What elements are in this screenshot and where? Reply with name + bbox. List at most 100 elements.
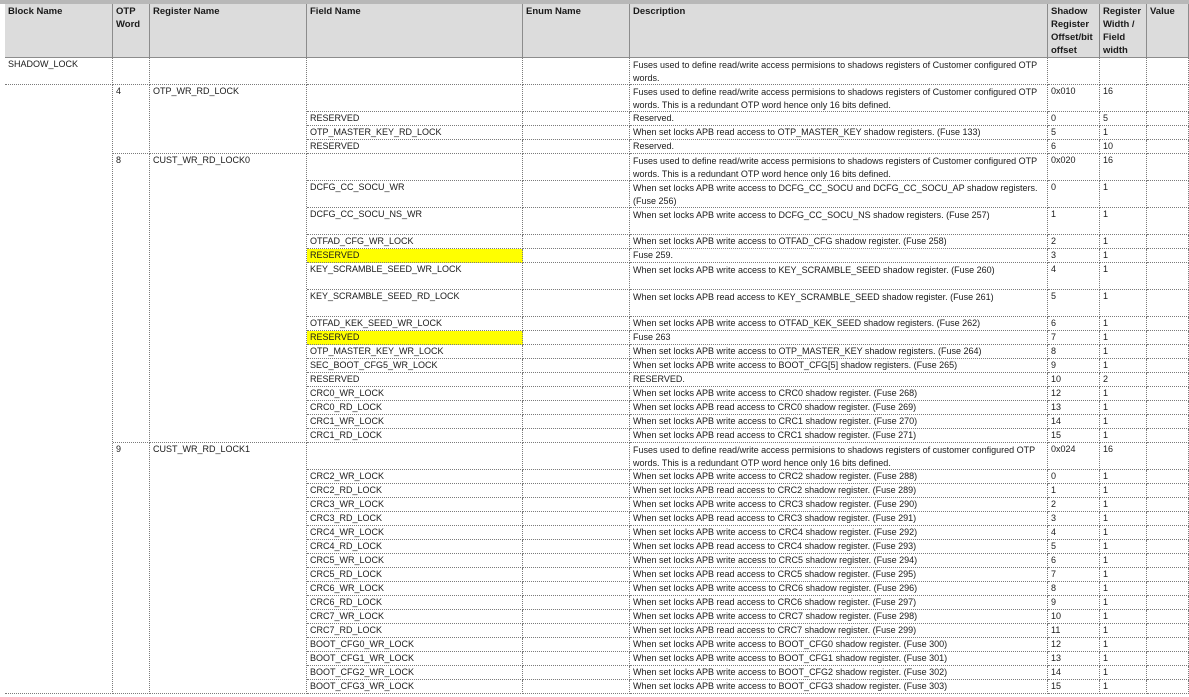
register-name-cell[interactable]: OTP_WR_RD_LOCK bbox=[150, 85, 307, 154]
block-field-name-cell[interactable] bbox=[307, 58, 523, 85]
enum-name-cell[interactable] bbox=[523, 680, 630, 694]
otp-word-cell[interactable]: 8 bbox=[113, 154, 150, 443]
shadow-offset-cell[interactable]: 14 bbox=[1048, 666, 1100, 680]
register-width-cell[interactable]: 1 bbox=[1100, 181, 1147, 208]
value-cell[interactable] bbox=[1147, 624, 1189, 638]
field-name-cell[interactable]: CRC2_RD_LOCK bbox=[307, 484, 523, 498]
shadow-offset-cell[interactable]: 9 bbox=[1048, 359, 1100, 373]
value-cell[interactable] bbox=[1147, 666, 1189, 680]
value-cell[interactable] bbox=[1147, 610, 1189, 624]
enum-name-cell[interactable] bbox=[523, 317, 630, 331]
shadow-offset-cell[interactable]: 4 bbox=[1048, 263, 1100, 290]
field-name-cell[interactable]: CRC3_WR_LOCK bbox=[307, 498, 523, 512]
enum-name-cell[interactable] bbox=[523, 652, 630, 666]
register-width-cell[interactable]: 10 bbox=[1100, 140, 1147, 154]
description-cell[interactable]: When set locks APB read access to CRC1 s… bbox=[630, 429, 1048, 443]
field-name-cell[interactable]: CRC7_WR_LOCK bbox=[307, 610, 523, 624]
enum-name-cell[interactable] bbox=[523, 85, 630, 112]
shadow-offset-cell[interactable]: 2 bbox=[1048, 498, 1100, 512]
field-name-cell[interactable]: RESERVED bbox=[307, 373, 523, 387]
enum-name-cell[interactable] bbox=[523, 526, 630, 540]
shadow-offset-cell[interactable]: 14 bbox=[1048, 415, 1100, 429]
value-cell[interactable] bbox=[1147, 154, 1189, 181]
register-width-cell[interactable]: 1 bbox=[1100, 666, 1147, 680]
description-cell[interactable]: When set locks APB write access to CRC2 … bbox=[630, 470, 1048, 484]
shadow-offset-cell[interactable]: 0 bbox=[1048, 112, 1100, 126]
field-name-cell[interactable]: CRC5_WR_LOCK bbox=[307, 554, 523, 568]
register-width-cell[interactable]: 1 bbox=[1100, 512, 1147, 526]
shadow-offset-cell[interactable]: 13 bbox=[1048, 652, 1100, 666]
value-cell[interactable] bbox=[1147, 140, 1189, 154]
field-name-cell[interactable]: RESERVED bbox=[307, 140, 523, 154]
description-cell[interactable]: Reserved. bbox=[630, 112, 1048, 126]
description-cell[interactable]: When set locks APB write access to CRC3 … bbox=[630, 498, 1048, 512]
field-name-cell[interactable]: CRC0_WR_LOCK bbox=[307, 387, 523, 401]
value-cell[interactable] bbox=[1147, 359, 1189, 373]
block-name-cell[interactable]: SHADOW_LOCK bbox=[5, 58, 113, 85]
shadow-offset-cell[interactable]: 11 bbox=[1048, 624, 1100, 638]
field-name-cell[interactable]: RESERVED bbox=[307, 331, 523, 345]
shadow-offset-cell[interactable]: 0 bbox=[1048, 470, 1100, 484]
field-name-cell[interactable]: CRC1_WR_LOCK bbox=[307, 415, 523, 429]
enum-name-cell[interactable] bbox=[523, 596, 630, 610]
field-name-cell[interactable]: DCFG_CC_SOCU_WR bbox=[307, 181, 523, 208]
field-name-cell[interactable]: OTP_MASTER_KEY_WR_LOCK bbox=[307, 345, 523, 359]
block-register-width-cell[interactable] bbox=[1100, 58, 1147, 85]
register-width-cell[interactable]: 1 bbox=[1100, 484, 1147, 498]
header-field-name[interactable]: Field Name bbox=[307, 4, 523, 58]
header-register-width[interactable]: Register Width / Field width bbox=[1100, 4, 1147, 58]
shadow-offset-cell[interactable]: 1 bbox=[1048, 208, 1100, 235]
register-width-cell[interactable]: 16 bbox=[1100, 443, 1147, 470]
register-width-cell[interactable]: 1 bbox=[1100, 387, 1147, 401]
description-cell[interactable]: When set locks APB read access to CRC6 s… bbox=[630, 596, 1048, 610]
description-cell[interactable]: When set locks APB write access to CRC1 … bbox=[630, 415, 1048, 429]
enum-name-cell[interactable] bbox=[523, 140, 630, 154]
value-cell[interactable] bbox=[1147, 443, 1189, 470]
value-cell[interactable] bbox=[1147, 596, 1189, 610]
enum-name-cell[interactable] bbox=[523, 638, 630, 652]
shadow-offset-cell[interactable]: 15 bbox=[1048, 429, 1100, 443]
description-cell[interactable]: When set locks APB write access to CRC5 … bbox=[630, 554, 1048, 568]
description-cell[interactable]: When set locks APB read access to CRC0 s… bbox=[630, 401, 1048, 415]
field-name-cell[interactable]: RESERVED bbox=[307, 249, 523, 263]
enum-name-cell[interactable] bbox=[523, 387, 630, 401]
header-value[interactable]: Value bbox=[1147, 4, 1189, 58]
value-cell[interactable] bbox=[1147, 401, 1189, 415]
enum-name-cell[interactable] bbox=[523, 126, 630, 140]
register-width-cell[interactable]: 1 bbox=[1100, 582, 1147, 596]
header-register-name[interactable]: Register Name bbox=[150, 4, 307, 58]
register-width-cell[interactable]: 1 bbox=[1100, 624, 1147, 638]
enum-name-cell[interactable] bbox=[523, 582, 630, 596]
register-width-cell[interactable]: 1 bbox=[1100, 235, 1147, 249]
description-cell[interactable]: When set locks APB read access to CRC4 s… bbox=[630, 540, 1048, 554]
shadow-offset-cell[interactable]: 5 bbox=[1048, 126, 1100, 140]
register-width-cell[interactable]: 1 bbox=[1100, 331, 1147, 345]
value-cell[interactable] bbox=[1147, 181, 1189, 208]
block-shadow-offset-cell[interactable] bbox=[1048, 58, 1100, 85]
enum-name-cell[interactable] bbox=[523, 512, 630, 526]
description-cell[interactable]: When set locks APB write access to DCFG_… bbox=[630, 208, 1048, 235]
register-width-cell[interactable]: 1 bbox=[1100, 401, 1147, 415]
register-width-cell[interactable]: 1 bbox=[1100, 498, 1147, 512]
description-cell[interactable]: When set locks APB write access to DCFG_… bbox=[630, 181, 1048, 208]
enum-name-cell[interactable] bbox=[523, 359, 630, 373]
register-width-cell[interactable]: 1 bbox=[1100, 526, 1147, 540]
register-width-cell[interactable]: 1 bbox=[1100, 610, 1147, 624]
register-width-cell[interactable]: 1 bbox=[1100, 540, 1147, 554]
register-width-cell[interactable]: 2 bbox=[1100, 373, 1147, 387]
value-cell[interactable] bbox=[1147, 85, 1189, 112]
value-cell[interactable] bbox=[1147, 112, 1189, 126]
value-cell[interactable] bbox=[1147, 484, 1189, 498]
shadow-offset-cell[interactable]: 8 bbox=[1048, 582, 1100, 596]
register-width-cell[interactable]: 1 bbox=[1100, 359, 1147, 373]
register-width-cell[interactable]: 1 bbox=[1100, 470, 1147, 484]
field-name-cell[interactable]: BOOT_CFG2_WR_LOCK bbox=[307, 666, 523, 680]
shadow-offset-cell[interactable]: 9 bbox=[1048, 596, 1100, 610]
field-name-cell[interactable]: CRC6_WR_LOCK bbox=[307, 582, 523, 596]
value-cell[interactable] bbox=[1147, 331, 1189, 345]
shadow-offset-cell[interactable]: 13 bbox=[1048, 401, 1100, 415]
value-cell[interactable] bbox=[1147, 263, 1189, 290]
value-cell[interactable] bbox=[1147, 373, 1189, 387]
register-width-cell[interactable]: 1 bbox=[1100, 290, 1147, 317]
register-width-cell[interactable]: 1 bbox=[1100, 126, 1147, 140]
